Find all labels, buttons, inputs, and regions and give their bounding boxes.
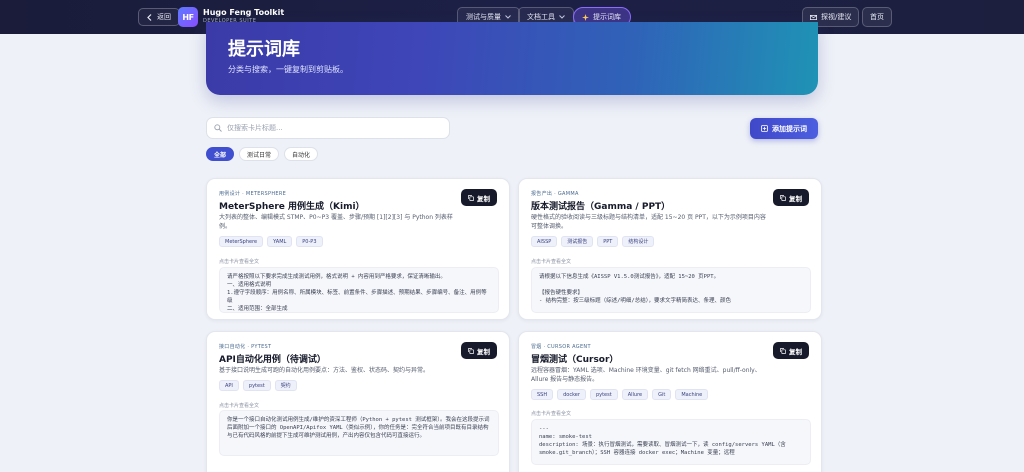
tag[interactable]: YAML <box>267 236 293 247</box>
copy-button[interactable]: 复制 <box>773 342 809 359</box>
prompt-preview[interactable]: --- name: smoke-test description: 场景：执行冒… <box>531 419 811 465</box>
card-tags: API pytest 契约 <box>219 380 297 391</box>
tag[interactable]: docker <box>557 389 586 400</box>
copy-icon <box>468 194 474 201</box>
card-title: 版本测试报告（Gamma / PPT） <box>531 202 671 212</box>
card-description: 硬性格式的验收阅读与三级标题与结构清单，适配 15~20 页 PPT，以下为示例… <box>531 214 766 230</box>
tag[interactable]: P0-P3 <box>296 236 323 247</box>
page-title: 提示词库 <box>228 39 300 60</box>
card-category: 冒烟 · CURSOR AGENT <box>531 344 591 350</box>
filter-chips: 全部 测试日常 自动化 <box>206 147 319 161</box>
card-tags: MeterSphere YAML P0-P3 <box>219 236 323 247</box>
nav-menu-label: 文档工具 <box>527 13 555 21</box>
card-title: API自动化用例（待调试） <box>219 355 326 365</box>
copy-button[interactable]: 复制 <box>461 342 497 359</box>
page-subtitle: 分类与搜索，一键复制到剪贴板。 <box>228 65 348 74</box>
back-button[interactable]: 返回 <box>138 8 180 26</box>
prompt-preview[interactable]: 你是一个接口自动化测试用例生成/维护的资深工程师（Python + pytest… <box>219 410 499 456</box>
copy-button[interactable]: 复制 <box>773 189 809 206</box>
card-category: 接口自动化 · PYTEST <box>219 344 272 350</box>
copy-button[interactable]: 复制 <box>461 189 497 206</box>
search-icon <box>214 124 222 132</box>
tag[interactable]: Machine <box>675 389 709 400</box>
filter-chip-all[interactable]: 全部 <box>206 147 235 161</box>
prompt-card[interactable]: 冒烟 · CURSOR AGENT 冒烟测试（Cursor） 远程容器冒烟：YA… <box>518 331 822 472</box>
preview-label: 点击卡片查看全文 <box>219 403 260 409</box>
nav-menu-label: 提示词库 <box>593 13 621 21</box>
copy-icon <box>780 194 786 201</box>
prompt-card[interactable]: 接口自动化 · PYTEST API自动化用例（待调试） 基于接口说明生成可跑的… <box>206 331 510 472</box>
tag[interactable]: PPT <box>597 236 619 247</box>
tag[interactable]: pytest <box>589 389 618 400</box>
filter-chip-daily-testing[interactable]: 测试日常 <box>239 147 280 161</box>
prompt-preview[interactable]: 请根据以下信息生成《AISSP V1.5.0测试报告》，适配 15~20 页PP… <box>531 267 811 313</box>
back-button-label: 返回 <box>157 13 171 21</box>
tag[interactable]: AISSP <box>531 236 558 247</box>
copy-icon <box>468 347 474 354</box>
tag[interactable]: pytest <box>242 380 271 391</box>
copy-label: 复制 <box>789 194 802 203</box>
tag[interactable]: 契约 <box>274 380 297 391</box>
preview-label: 点击卡片查看全文 <box>531 259 572 265</box>
tag[interactable]: MeterSphere <box>219 236 264 247</box>
brand-logo[interactable]: HF <box>178 7 198 27</box>
home-label: 首页 <box>870 13 884 21</box>
prompt-preview[interactable]: 请严格按照以下要求完成生成测试用例，格式说明 + 内容用到严格要求，保证清晰输出… <box>219 267 499 313</box>
copy-label: 复制 <box>789 347 802 356</box>
prompt-card[interactable]: 报告产出 · GAMMA 版本测试报告（Gamma / PPT） 硬性格式的验收… <box>518 178 822 320</box>
plus-icon <box>761 125 768 132</box>
tag[interactable]: 测试报告 <box>561 236 594 247</box>
search-box[interactable] <box>206 117 450 139</box>
copy-label: 复制 <box>477 347 490 356</box>
copy-label: 复制 <box>477 194 490 203</box>
copy-icon <box>780 347 786 354</box>
chevron-down-icon <box>505 15 511 19</box>
nav-menu-label: 测试与质量 <box>466 13 501 21</box>
card-description: 基于接口说明生成可跑的自动化用例要点：方法、鉴权、状态码、契约与异常。 <box>219 367 430 374</box>
tag[interactable]: SSH <box>531 389 554 400</box>
search-input[interactable] <box>227 124 427 132</box>
filter-chip-automation[interactable]: 自动化 <box>284 147 319 161</box>
tag[interactable]: Git <box>652 389 672 400</box>
hero-banner: 提示词库 分类与搜索，一键复制到剪贴板。 <box>206 22 818 95</box>
card-category: 报告产出 · GAMMA <box>531 191 579 197</box>
mail-icon <box>810 14 817 20</box>
feedback-label: 探视/建议 <box>821 13 852 21</box>
chevron-down-icon <box>559 15 565 19</box>
card-category: 用例设计 · METERSPHERE <box>219 191 287 197</box>
card-description: 远程容器冒烟：YAML 选项、Machine 环境变量、git fetch 网络… <box>531 367 761 383</box>
tag[interactable]: 结构设计 <box>622 236 655 247</box>
tag[interactable]: API <box>219 380 239 391</box>
sparkle-icon <box>582 13 589 21</box>
prompt-card[interactable]: 用例设计 · METERSPHERE MeterSphere 用例生成（Kimi… <box>206 178 510 320</box>
card-description: 大列表的整体、编辑模式 STMP、P0~P3 覆盖、步骤/预期 [1][2][3… <box>219 214 453 230</box>
chevron-left-icon <box>147 13 153 21</box>
add-prompt-label: 添加提示词 <box>772 124 807 133</box>
preview-label: 点击卡片查看全文 <box>219 259 260 265</box>
brand-name: Hugo Feng Toolkit <box>203 8 285 17</box>
tag[interactable]: Allure <box>621 389 649 400</box>
home-button[interactable]: 首页 <box>862 7 892 27</box>
card-title: MeterSphere 用例生成（Kimi） <box>219 202 365 212</box>
card-tags: SSH docker pytest Allure Git Machine <box>531 389 709 400</box>
card-title: 冒烟测试（Cursor） <box>531 355 619 365</box>
add-prompt-button[interactable]: 添加提示词 <box>750 118 818 139</box>
card-tags: AISSP 测试报告 PPT 结构设计 <box>531 236 655 247</box>
preview-label: 点击卡片查看全文 <box>531 411 572 417</box>
